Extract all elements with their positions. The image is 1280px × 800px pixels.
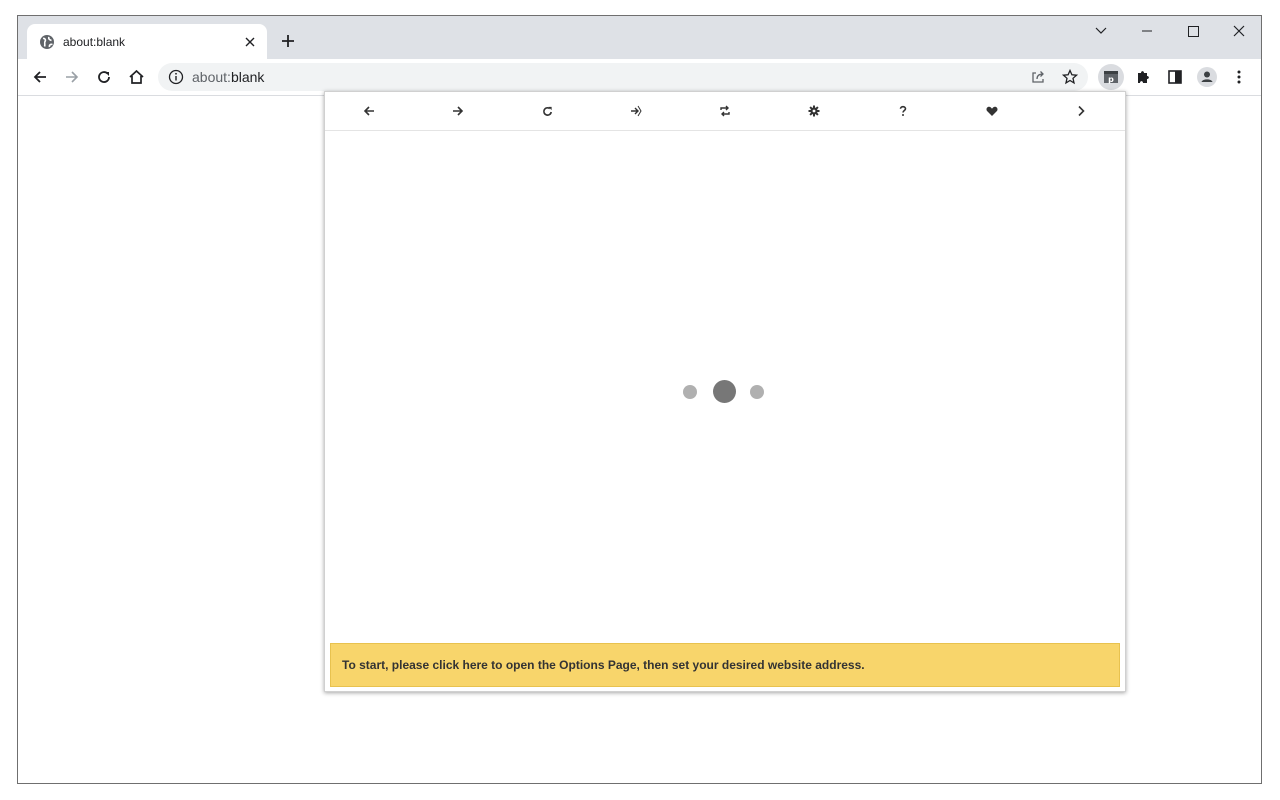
tab-about-blank[interactable]: about:blank: [27, 24, 267, 59]
retweet-icon[interactable]: [714, 100, 736, 122]
profile-icon[interactable]: [1195, 65, 1219, 89]
tab-strip: about:blank: [18, 16, 1261, 59]
globe-icon: [40, 35, 54, 49]
extension-p-icon[interactable]: p: [1098, 64, 1124, 90]
sign-in-icon[interactable]: [625, 100, 647, 122]
home-icon[interactable]: [124, 65, 148, 89]
info-icon[interactable]: [168, 69, 184, 85]
chevron-down-icon[interactable]: [1078, 16, 1124, 46]
popup-nav-bar: [325, 92, 1125, 131]
minimize-icon[interactable]: [1124, 16, 1170, 46]
spinner-dot: [713, 380, 736, 403]
question-icon[interactable]: [892, 100, 914, 122]
reload-icon[interactable]: [536, 100, 558, 122]
star-icon[interactable]: [1058, 65, 1082, 89]
address-bar[interactable]: about:blank: [158, 63, 1088, 91]
arrow-right-icon[interactable]: [447, 100, 469, 122]
url-scheme: about:: [192, 69, 231, 85]
maximize-icon[interactable]: [1170, 16, 1216, 46]
tab-title: about:blank: [63, 35, 126, 49]
arrow-right-icon[interactable]: [60, 65, 84, 89]
reload-icon[interactable]: [92, 65, 116, 89]
url-host: blank: [230, 69, 265, 85]
spinner-dot: [683, 385, 697, 399]
close-icon[interactable]: [241, 33, 259, 51]
loading-spinner: [683, 380, 767, 404]
plus-icon[interactable]: [277, 30, 299, 52]
options-page-banner[interactable]: To start, please click here to open the …: [330, 643, 1120, 687]
url-text[interactable]: about:blank: [192, 69, 264, 85]
gear-icon[interactable]: [803, 100, 825, 122]
share-icon[interactable]: [1026, 65, 1050, 89]
side-panel-icon[interactable]: [1163, 65, 1187, 89]
heart-icon[interactable]: [981, 100, 1003, 122]
puzzle-icon[interactable]: [1131, 65, 1155, 89]
kebab-menu-icon[interactable]: [1227, 65, 1251, 89]
chevron-right-icon[interactable]: [1070, 100, 1092, 122]
spinner-dot: [750, 385, 764, 399]
browser-window: about:blank about:blank p To start, plea…: [17, 15, 1262, 784]
arrow-left-icon[interactable]: [358, 100, 380, 122]
close-icon[interactable]: [1216, 16, 1261, 46]
svg-text:p: p: [1108, 75, 1114, 84]
arrow-left-icon[interactable]: [28, 65, 52, 89]
extension-popup: To start, please click here to open the …: [324, 91, 1126, 692]
